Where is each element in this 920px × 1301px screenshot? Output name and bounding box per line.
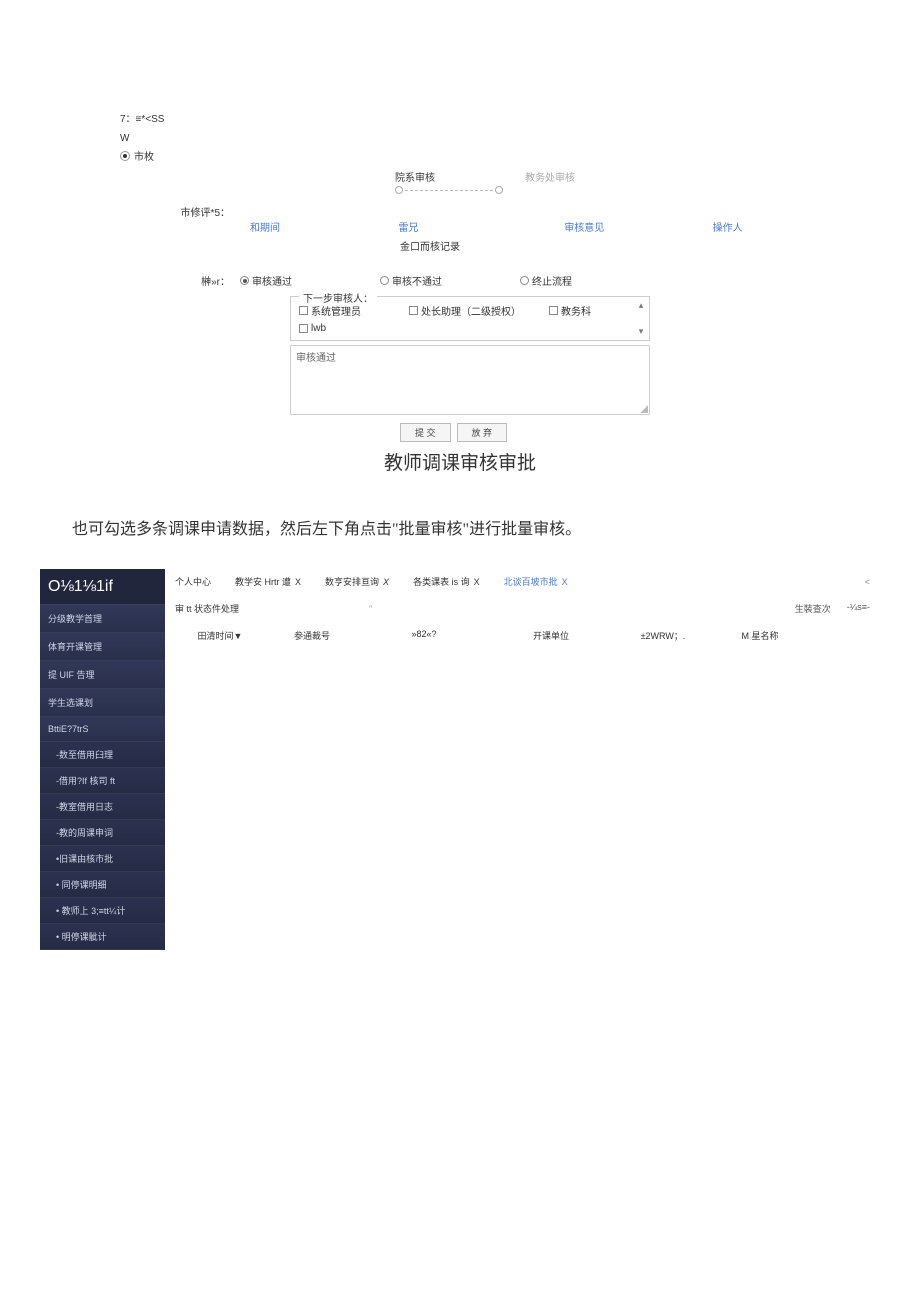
textarea-value: 审核通过 bbox=[296, 353, 336, 364]
radio-icon bbox=[520, 276, 529, 285]
decision-fail-label: 审核不通过 bbox=[392, 273, 442, 288]
scroll-down-icon[interactable]: ▾ bbox=[635, 326, 647, 337]
header-time: 和期间 bbox=[250, 219, 398, 234]
reviewer-lwb[interactable]: lwb bbox=[299, 323, 409, 334]
sidebar-sub-5[interactable]: •旧课由核市批 bbox=[40, 846, 165, 872]
close-icon[interactable]: X bbox=[383, 577, 389, 587]
next-reviewer-fieldset: 下一步审核人： ▴ ▾ 系统管理员 处长助理（二级授权） 教务科 lwb bbox=[290, 296, 650, 341]
checkbox-icon bbox=[299, 306, 308, 315]
reviewer-office[interactable]: 教务科 bbox=[549, 303, 629, 318]
reviewer-sysadmin[interactable]: 系统管理员 bbox=[299, 303, 409, 318]
sidebar-item-4[interactable]: 学生选课划 bbox=[40, 689, 165, 717]
description-text: 也可勾选多条调课申请数据，然后左下角点击"批量审核"进行批量审核。 bbox=[40, 515, 880, 539]
decision-fail[interactable]: 审核不通过 bbox=[380, 273, 510, 288]
resize-handle-icon[interactable] bbox=[640, 405, 648, 413]
sidebar-item-1[interactable]: 分级教学首理 bbox=[40, 605, 165, 633]
decision-pass[interactable]: 审核通过 bbox=[240, 273, 370, 288]
radio-icon bbox=[240, 276, 249, 285]
action-query[interactable]: 生裝查次 bbox=[795, 602, 831, 615]
close-icon[interactable]: X bbox=[295, 577, 301, 587]
tab-timetable-query[interactable]: 各类课表 is 询X bbox=[413, 575, 480, 588]
page-title: 教师调课审核审批 bbox=[120, 448, 800, 475]
tabs-bar: 个人中心 教学安 Hrtr 遭X 数亨安排亘询X 各类课表 is 询X 北谈百坡… bbox=[175, 575, 870, 588]
step-dot-icon bbox=[395, 186, 403, 194]
submit-button[interactable]: 提 交 bbox=[400, 423, 451, 442]
col-course-number: 参通裁号 bbox=[267, 629, 357, 642]
radio-icon bbox=[380, 276, 389, 285]
close-icon[interactable]: X bbox=[474, 577, 480, 587]
text-line-2: W bbox=[120, 133, 800, 144]
app-shell: O⅛1⅛1if 分级教学首理 体育开课管理 提 UIF 告理 学生选课划 Btt… bbox=[40, 569, 880, 950]
step-dot-icon bbox=[495, 186, 503, 194]
dash-line-icon bbox=[405, 190, 493, 191]
tab-teaching-channel[interactable]: 教学安 Hrtr 遭X bbox=[235, 575, 301, 588]
progress-line bbox=[395, 186, 800, 194]
sidebar-item-2[interactable]: 体育开课管理 bbox=[40, 633, 165, 661]
decision-pass-label: 审核通过 bbox=[252, 273, 292, 288]
comment-textarea[interactable]: 审核通过 bbox=[290, 345, 650, 415]
progress-steps: 院系审核 教务处审核 bbox=[395, 169, 800, 184]
table-header: 田清时间▼ 参通裁号 »82«? 开课单位 ±2WRW；. M 星名称 bbox=[175, 629, 870, 642]
sidebar-item-5[interactable]: BttiE?7trS bbox=[40, 717, 165, 742]
review-table-header: 和期间 雷兄 审核意见 操作人 bbox=[250, 219, 800, 234]
main-content: 个人中心 教学安 Hrtr 遭X 数亨安排亘询X 各类课表 is 询X 北谈百坡… bbox=[165, 569, 880, 950]
radio-option-1[interactable]: 市枚 bbox=[120, 148, 800, 163]
text-line-1: 7：≡*<SS bbox=[120, 110, 800, 125]
progress-step-1: 院系审核 bbox=[395, 169, 435, 184]
tab-batch-approval[interactable]: 北谈百坡市批X bbox=[504, 575, 568, 588]
fieldset-title: 下一步审核人： bbox=[299, 290, 377, 305]
reset-button[interactable]: 放 弃 bbox=[457, 423, 508, 442]
sidebar-sub-4[interactable]: -教的周课申词 bbox=[40, 820, 165, 846]
col-apply-time[interactable]: 田清时间▼ bbox=[175, 629, 265, 642]
decision-stop-label: 终止流程 bbox=[532, 273, 572, 288]
header-opinion: 审核意见 bbox=[564, 219, 712, 234]
sidebar-logo: O⅛1⅛1if bbox=[40, 569, 165, 605]
scroll-up-icon[interactable]: ▴ bbox=[635, 300, 647, 311]
close-icon[interactable]: X bbox=[562, 577, 568, 587]
tab-personal[interactable]: 个人中心 bbox=[175, 575, 211, 588]
header-operator: 操作人 bbox=[713, 219, 800, 234]
sidebar-sub-3[interactable]: -教室借用日志 bbox=[40, 794, 165, 820]
checkbox-icon bbox=[409, 306, 418, 315]
col-department: 开课单位 bbox=[491, 629, 611, 642]
status-quote: " bbox=[369, 604, 372, 614]
checkbox-icon bbox=[549, 306, 558, 315]
radio-label: 市枚 bbox=[134, 148, 154, 163]
col-3: »82«? bbox=[359, 629, 489, 642]
col-5: ±2WRW；. bbox=[613, 629, 713, 642]
status-label: 审 tt 状态件处理 bbox=[175, 602, 239, 615]
sidebar-sub-8[interactable]: • 明停课骴计 bbox=[40, 924, 165, 950]
review-history-label: 市修评*5： bbox=[120, 204, 240, 219]
reviewer-director[interactable]: 处长助理（二级授权） bbox=[409, 303, 549, 318]
tab-scroll-left-icon[interactable]: < bbox=[865, 577, 870, 587]
sidebar-sub-1[interactable]: -数至借用臼理 bbox=[40, 742, 165, 768]
sidebar: O⅛1⅛1if 分级教学首理 体育开课管理 提 UIF 告理 学生选课划 Btt… bbox=[40, 569, 165, 950]
no-records-text: 金口而核记录 bbox=[400, 238, 800, 253]
sidebar-sub-6[interactable]: • 同停课明细 bbox=[40, 872, 165, 898]
sidebar-sub-7[interactable]: • 教师上 3;≡tt¼计 bbox=[40, 898, 165, 924]
radio-icon bbox=[120, 151, 130, 161]
col-name: M 星名称 bbox=[715, 629, 805, 642]
header-situation: 雷兄 bbox=[398, 219, 564, 234]
sidebar-item-3[interactable]: 提 UIF 告理 bbox=[40, 661, 165, 689]
decision-stop[interactable]: 终止流程 bbox=[520, 273, 650, 288]
action-more[interactable]: -¼s≡- bbox=[847, 602, 870, 615]
progress-step-2: 教务处审核 bbox=[525, 169, 575, 184]
decision-label: 榊»r： bbox=[120, 273, 240, 288]
checkbox-icon bbox=[299, 324, 308, 333]
sidebar-sub-2[interactable]: -借用?If 核司 ft bbox=[40, 768, 165, 794]
status-row: 审 tt 状态件处理 " 生裝查次 -¼s≡- bbox=[175, 602, 870, 615]
tab-schedule-query[interactable]: 数亨安排亘询X bbox=[325, 575, 389, 588]
